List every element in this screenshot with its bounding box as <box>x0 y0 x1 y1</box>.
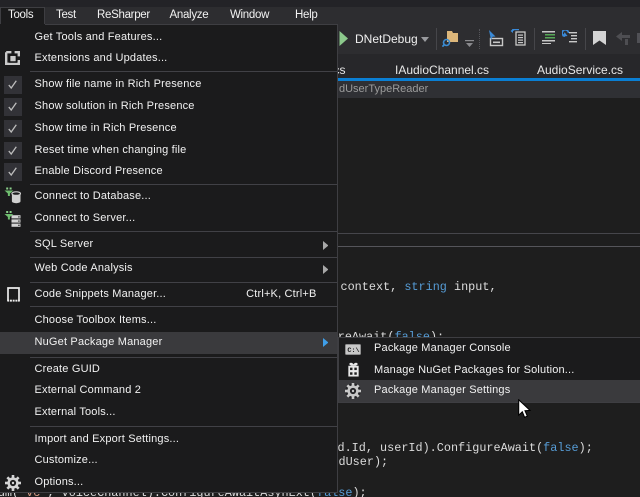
svg-text:C:\: C:\ <box>347 347 359 355</box>
